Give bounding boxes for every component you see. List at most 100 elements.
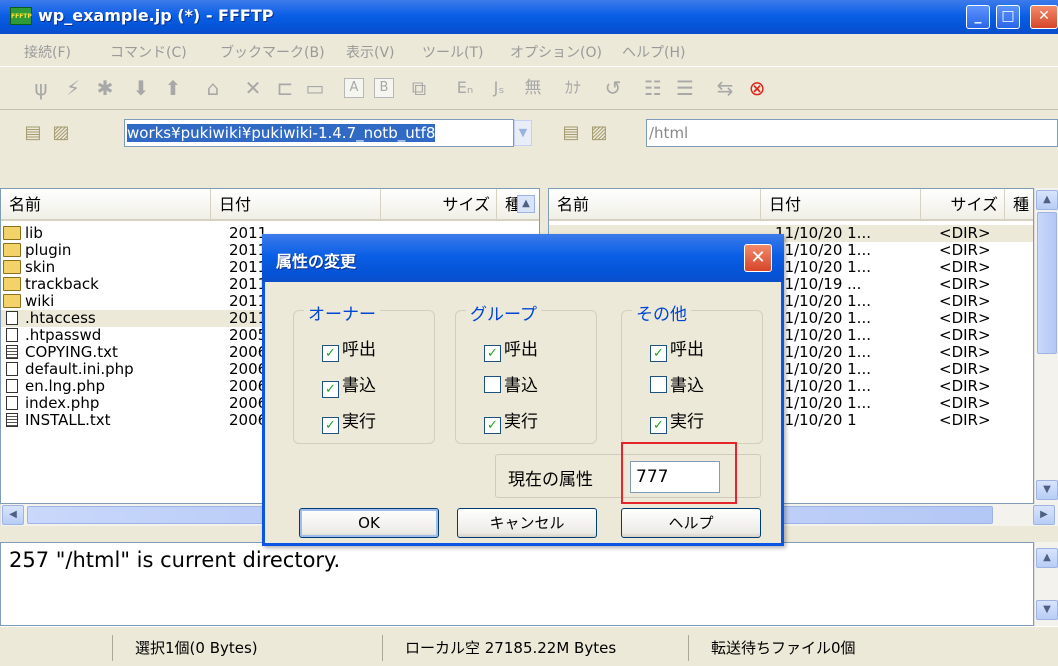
quick-connect-icon[interactable]: ✱ <box>92 75 118 101</box>
local-file-name: lib <box>25 224 43 242</box>
change-attributes-dialog: 属性の変更 ✕ オーナー ✓ 呼出 ✓ 書込 ✓ 実行 グループ ✓ 呼出 書込 ✓ 実行… <box>262 234 784 546</box>
remote-file-size: <DIR> <box>939 309 991 327</box>
local-path-input[interactable]: works¥pukiwiki¥pukiwiki-1.4.7_notb_utf8 <box>124 119 514 147</box>
remote-col-date[interactable]: 日付 <box>761 189 921 221</box>
close-button[interactable]: ✕ <box>1030 5 1058 29</box>
owner-read-label: 呼出 <box>342 340 376 360</box>
remote-scroll-down-button[interactable]: ▼ <box>1036 480 1058 500</box>
plug-icon[interactable]: ψ <box>28 75 54 101</box>
remote-col-size[interactable]: サイズ <box>921 189 1005 221</box>
log-scroll-up-button[interactable]: ▲ <box>1036 548 1058 568</box>
others-read-checkbox[interactable]: ✓ 呼出 <box>650 335 704 362</box>
remote-file-date: 11/10/20 1... <box>775 360 871 378</box>
remote-folder-icon[interactable]: ▤ <box>560 122 582 144</box>
log-vscrollbar[interactable]: ▲ ▼ <box>1034 542 1058 626</box>
remote-vscroll-thumb[interactable] <box>1037 212 1057 354</box>
local-path-bar: ▤ ▨ works¥pukiwiki¥pukiwiki-1.4.7_notb_u… <box>0 111 540 155</box>
local-file-name: en.lng.php <box>25 377 106 395</box>
disconnect-icon[interactable]: ⚡ <box>60 75 86 101</box>
remote-file-date: 11/10/19 ... <box>775 275 862 293</box>
text-file-icon <box>6 345 18 359</box>
remote-file-size: <DIR> <box>939 292 991 310</box>
dialog-title-bar[interactable]: 属性の変更 ✕ <box>262 234 784 282</box>
menu-help[interactable]: ヘルプ(H) <box>622 42 685 62</box>
others-write-checkbox[interactable]: 書込 <box>650 371 704 396</box>
local-col-size[interactable]: サイズ <box>381 189 497 221</box>
highlight-rectangle <box>621 442 737 504</box>
remote-vscrollbar[interactable]: ▲ ▼ <box>1034 188 1058 504</box>
folder-icon <box>3 243 21 257</box>
remote-scroll-right-button[interactable]: ▶ <box>1033 505 1055 525</box>
local-scroll-left-button[interactable]: ◀ <box>2 505 24 525</box>
jis-icon[interactable]: Jₛ <box>486 75 512 101</box>
group-exec-checkbox[interactable]: ✓ 実行 <box>484 407 538 434</box>
log-scroll-down-button[interactable]: ▼ <box>1036 600 1058 620</box>
menu-view[interactable]: 表示(V) <box>346 42 395 62</box>
rename-icon[interactable]: ⊏ <box>272 75 298 101</box>
auto-mode-icon[interactable]: ⧉ <box>406 75 432 101</box>
check-icon: ✓ <box>650 345 667 362</box>
remote-col-name[interactable]: 名前 <box>549 189 761 221</box>
upload-icon[interactable]: ⬆ <box>160 75 186 101</box>
remote-col-type[interactable]: 種 <box>1005 189 1033 221</box>
local-file-name: wiki <box>25 292 55 310</box>
cancel-button[interactable]: キャンセル <box>457 508 597 538</box>
group-group: グループ ✓ 呼出 書込 ✓ 実行 <box>455 300 597 444</box>
stop-icon[interactable]: ⊗ <box>744 75 770 101</box>
log-panel[interactable]: 257 "/html" is current directory. <box>0 542 1034 626</box>
remote-file-date: 11/10/20 1... <box>775 309 871 327</box>
kana-icon[interactable]: ｶﾅ <box>560 75 586 101</box>
no-convert-icon[interactable]: 無 <box>520 75 546 101</box>
local-open-folder-icon[interactable]: ▨ <box>50 122 72 144</box>
file-icon <box>6 396 18 410</box>
menu-bookmark[interactable]: ブックマーク(B) <box>220 42 325 62</box>
help-button[interactable]: ヘルプ <box>621 508 761 538</box>
binary-mode-icon[interactable]: B <box>374 78 394 98</box>
group-write-checkbox[interactable]: 書込 <box>484 371 538 396</box>
ok-button[interactable]: OK <box>299 508 439 538</box>
remote-scroll-up-button[interactable]: ▲ <box>1036 190 1058 210</box>
detail-view-icon[interactable]: ☰ <box>672 75 698 101</box>
owner-exec-checkbox[interactable]: ✓ 実行 <box>322 407 376 434</box>
maximize-button[interactable]: □ <box>996 5 1020 29</box>
owner-read-checkbox[interactable]: ✓ 呼出 <box>322 335 376 362</box>
others-exec-checkbox[interactable]: ✓ 実行 <box>650 407 704 434</box>
menu-tools[interactable]: ツール(T) <box>422 42 483 62</box>
menu-command[interactable]: コマンド(C) <box>110 42 187 62</box>
owner-write-checkbox[interactable]: ✓ 書込 <box>322 371 376 398</box>
remote-file-date: 11/10/20 1 <box>775 411 857 429</box>
local-path-dropdown[interactable]: ▼ <box>514 120 532 146</box>
new-folder-icon[interactable]: ▭ <box>302 75 328 101</box>
list-view-icon[interactable]: ☷ <box>640 75 666 101</box>
others-write-label: 書込 <box>670 376 704 396</box>
remote-open-folder-icon[interactable]: ▨ <box>588 122 610 144</box>
local-col-name[interactable]: 名前 <box>1 189 211 221</box>
check-icon: ✓ <box>650 417 667 434</box>
dialog-close-button[interactable]: ✕ <box>744 244 772 272</box>
local-folder-icon[interactable]: ▤ <box>22 122 44 144</box>
group-write-label: 書込 <box>504 376 538 396</box>
folder-icon <box>3 277 21 291</box>
minimize-button[interactable]: _ <box>966 5 990 29</box>
local-col-date[interactable]: 日付 <box>211 189 381 221</box>
sync-icon[interactable]: ⇆ <box>712 75 738 101</box>
toolbar: ψ ⚡ ✱ ⬇ ⬆ ⌂ ✕ ⊏ ▭ A B ⧉ Eₙ Jₛ 無 ｶﾅ ↺ ☷ ☰… <box>0 66 1058 110</box>
download-icon[interactable]: ⬇ <box>128 75 154 101</box>
refresh-icon[interactable]: ↺ <box>600 75 626 101</box>
local-file-name: skin <box>25 258 56 276</box>
group-group-label: グループ <box>466 300 541 325</box>
group-read-checkbox[interactable]: ✓ 呼出 <box>484 335 538 362</box>
local-scroll-up-button[interactable]: ▲ <box>517 195 535 213</box>
folder-icon <box>3 260 21 274</box>
menu-connect[interactable]: 接続(F) <box>24 42 71 62</box>
delete-icon[interactable]: ✕ <box>240 75 266 101</box>
remote-file-size: <DIR> <box>939 411 991 429</box>
ascii-mode-icon[interactable]: A <box>344 78 364 98</box>
title-bar[interactable]: FFFTP wp_example.jp (*) - FFFTP _ □ ✕ <box>0 0 1058 34</box>
menu-options[interactable]: オプション(O) <box>510 42 602 62</box>
euc-icon[interactable]: Eₙ <box>452 75 478 101</box>
parent-folder-icon[interactable]: ⌂ <box>200 75 226 101</box>
remote-path-input[interactable]: /html <box>646 119 1058 147</box>
remote-file-size: <DIR> <box>939 224 991 242</box>
remote-file-date: 11/10/20 1... <box>775 394 871 412</box>
